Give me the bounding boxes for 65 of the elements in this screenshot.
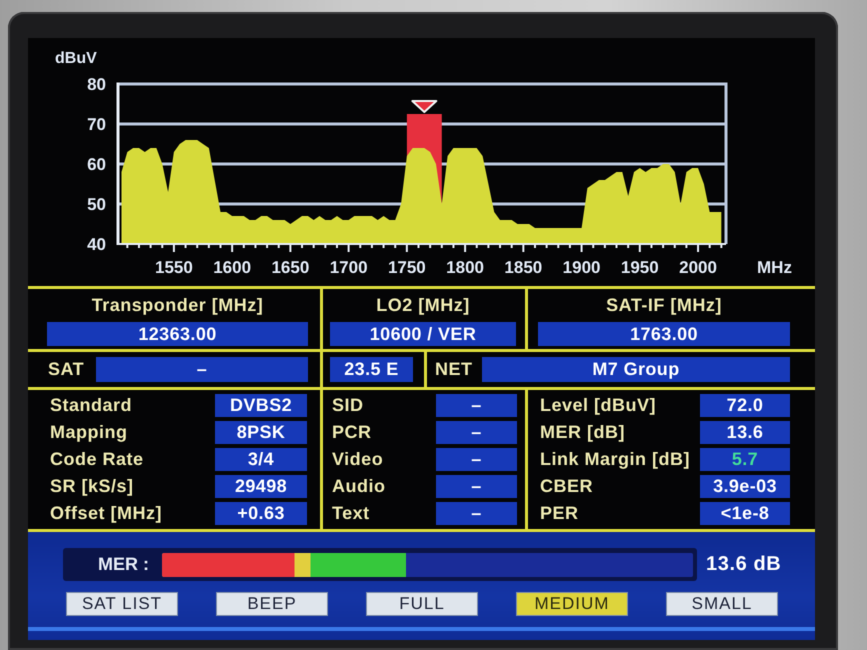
measurement-value: <1e-8: [700, 502, 790, 525]
service-value: –: [436, 502, 517, 525]
service-value: –: [436, 421, 517, 444]
parameter-label: Code Rate: [50, 449, 144, 470]
parameter-label: Mapping: [50, 422, 128, 443]
softkey-button[interactable]: FULL: [366, 592, 478, 616]
parameter-value: +0.63: [215, 502, 307, 525]
network-value: M7 Group: [482, 357, 790, 382]
softkey-button[interactable]: SMALL: [666, 592, 778, 616]
measurement-label: MER [dB]: [540, 422, 625, 443]
y-tick-label: 40: [87, 235, 106, 254]
parameter-value: 10600 / VER: [330, 322, 516, 346]
x-tick-label: 1800: [446, 258, 484, 277]
service-label: SID: [332, 395, 364, 416]
x-tick-label: 2000: [679, 258, 717, 277]
parameter-label: Transponder [MHz]: [92, 295, 264, 315]
y-axis-title: dBuV: [55, 50, 97, 67]
network-label: NET: [435, 359, 474, 380]
parameter-label: Offset [MHz]: [50, 503, 162, 524]
parameter-label: LO2 [MHz]: [376, 295, 470, 315]
measurement-value: 13.6: [700, 421, 790, 444]
y-tick-label: 70: [87, 115, 106, 134]
parameter-value: 29498: [215, 475, 307, 498]
satellite-value: –: [96, 357, 308, 382]
measurement-label: Link Margin [dB]: [540, 449, 690, 470]
parameter-value: 1763.00: [538, 322, 790, 346]
measurement-label: PER: [540, 503, 579, 524]
service-value: –: [436, 448, 517, 471]
softkey-button[interactable]: SAT LIST: [66, 592, 178, 616]
measurement-value: 72.0: [700, 394, 790, 417]
service-label: Video: [332, 449, 384, 470]
measurement-label: Level [dBuV]: [540, 395, 656, 416]
measurement-label: CBER: [540, 476, 594, 497]
parameter-value: 12363.00: [47, 322, 308, 346]
x-tick-label: 1600: [213, 258, 252, 277]
y-tick-label: 50: [87, 195, 106, 214]
x-tick-label: 1900: [562, 258, 600, 277]
x-axis-title: MHz: [757, 258, 792, 277]
parameter-label: SAT-IF [MHz]: [606, 295, 722, 315]
meter-reading: 13.6 dB: [706, 553, 782, 576]
y-tick-label: 60: [87, 155, 106, 174]
parameter-value: 3/4: [215, 448, 307, 471]
parameter-value: DVBS2: [215, 394, 307, 417]
measurement-value: 3.9e-03: [700, 475, 790, 498]
service-label: PCR: [332, 422, 372, 443]
satellite-label: SAT: [48, 359, 86, 380]
measurement-value: 5.7: [700, 448, 790, 471]
x-tick-label: 1750: [388, 258, 426, 277]
x-tick-label: 1700: [330, 258, 368, 277]
orbital-position-value: 23.5 E: [330, 357, 413, 382]
meter-label: MER :: [98, 554, 150, 575]
x-tick-label: 1950: [620, 258, 659, 277]
softkey-button[interactable]: MEDIUM: [516, 592, 628, 616]
service-value: –: [436, 475, 517, 498]
parameter-label: Standard: [50, 395, 132, 416]
x-tick-label: 1550: [155, 258, 193, 277]
x-tick-label: 1650: [271, 258, 310, 277]
service-label: Text: [332, 503, 370, 524]
y-tick-label: 80: [87, 75, 106, 94]
service-value: –: [436, 394, 517, 417]
parameter-label: SR [kS/s]: [50, 476, 134, 497]
x-tick-label: 1850: [504, 258, 542, 277]
softkey-button[interactable]: BEEP: [216, 592, 328, 616]
service-label: Audio: [332, 476, 386, 497]
parameter-value: 8PSK: [215, 421, 307, 444]
